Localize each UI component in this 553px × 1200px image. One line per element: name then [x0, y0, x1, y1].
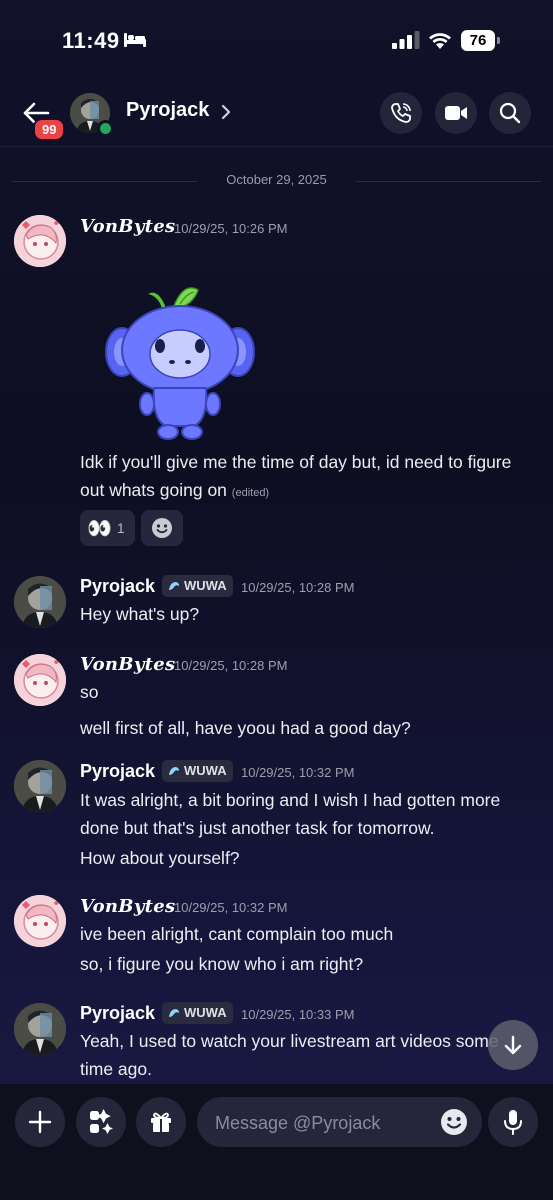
- message-text: so well first of all, have yoou had a go…: [80, 678, 533, 742]
- edited-label: (edited): [231, 487, 270, 499]
- message-line: How about yourself?: [80, 848, 240, 868]
- message-line: It was alright, a bit boring and I wish …: [80, 790, 501, 838]
- wumpus-sticker: [105, 287, 255, 440]
- avatar[interactable]: [14, 215, 66, 267]
- message-author[interactable]: Pyrojack: [80, 1003, 155, 1024]
- server-tag-label: WUWA: [184, 763, 227, 778]
- message-timestamp: 10/29/25, 10:32 PM: [174, 900, 288, 915]
- microphone-icon: [504, 1110, 522, 1135]
- message-line: well first of all, have yoou had a good …: [80, 718, 411, 738]
- plus-icon: [28, 1110, 52, 1134]
- signal-icon: [392, 31, 420, 49]
- message-timestamp: 10/29/25, 10:32 PM: [241, 765, 355, 780]
- message-line: ive been alright, cant complain too much: [80, 924, 394, 944]
- message-timestamp: 10/29/25, 10:26 PM: [174, 221, 288, 236]
- server-tag-label: WUWA: [184, 578, 227, 593]
- apps-icon: [90, 1109, 113, 1134]
- add-reaction-button[interactable]: [141, 510, 183, 546]
- message-text: Yeah, I used to watch your livestream ar…: [80, 1027, 533, 1083]
- avatar[interactable]: [14, 760, 66, 812]
- bed-icon: [124, 33, 146, 47]
- video-call-button[interactable]: [435, 92, 477, 134]
- attach-button[interactable]: [15, 1097, 65, 1147]
- avatar[interactable]: [14, 895, 66, 947]
- message-line: so, i figure you know who i am right?: [80, 954, 364, 974]
- battery-level: 76: [461, 30, 495, 51]
- message-author[interactable]: VonBytes: [80, 654, 175, 675]
- message-text: It was alright, a bit boring and I wish …: [80, 786, 533, 872]
- server-tag[interactable]: WUWA: [162, 1002, 233, 1024]
- video-icon: [445, 106, 467, 120]
- wuwa-icon: [169, 1009, 179, 1017]
- arrow-down-icon: [504, 1035, 522, 1055]
- unread-badge: 99: [33, 118, 66, 141]
- wuwa-icon: [169, 582, 179, 590]
- message-line: so: [80, 682, 99, 702]
- message-timestamp: 10/29/25, 10:28 PM: [241, 580, 355, 595]
- phone-icon: [391, 103, 411, 123]
- message-author[interactable]: Pyrojack: [80, 761, 155, 782]
- reaction-eyes[interactable]: 👀 1: [80, 510, 135, 546]
- server-tag[interactable]: WUWA: [162, 575, 233, 597]
- date-divider: October 29, 2025: [12, 172, 541, 187]
- chat-header: 99 Pyrojack: [0, 80, 553, 147]
- server-tag-label: WUWA: [184, 1005, 227, 1020]
- message-text: ive been alright, cant complain too much…: [80, 920, 533, 978]
- status-bar: 11:49 76: [0, 0, 553, 80]
- avatar[interactable]: [14, 576, 66, 628]
- chevron-right-icon[interactable]: [220, 103, 232, 121]
- search-icon: [499, 102, 521, 124]
- add-reaction-icon: [152, 518, 172, 538]
- message-line: Idk if you'll give me the time of day bu…: [80, 452, 512, 500]
- jump-to-present-button[interactable]: [488, 1020, 538, 1070]
- reaction-count: 1: [116, 520, 125, 536]
- message-timestamp: 10/29/25, 10:33 PM: [241, 1007, 355, 1022]
- message-author[interactable]: VonBytes: [80, 896, 175, 917]
- message-text: Idk if you'll give me the time of day bu…: [80, 448, 533, 507]
- chat-username[interactable]: Pyrojack: [126, 99, 209, 122]
- apps-button[interactable]: [76, 1097, 126, 1147]
- wifi-icon: [429, 33, 451, 49]
- message-author[interactable]: VonBytes: [80, 216, 175, 237]
- battery-icon: 76: [461, 30, 501, 51]
- message-line: Yeah, I used to watch your livestream ar…: [80, 1031, 499, 1079]
- gift-icon: [151, 1112, 171, 1132]
- server-tag[interactable]: WUWA: [162, 760, 233, 782]
- avatar[interactable]: [14, 1003, 66, 1055]
- message-timestamp: 10/29/25, 10:28 PM: [174, 658, 288, 673]
- reaction-emoji: 👀: [87, 517, 112, 540]
- voice-message-button[interactable]: [488, 1097, 538, 1147]
- message-author[interactable]: Pyrojack: [80, 576, 155, 597]
- message-line: Hey what's up?: [80, 604, 200, 624]
- status-time: 11:49: [62, 28, 120, 53]
- message-input-container: [197, 1097, 482, 1149]
- avatar[interactable]: [14, 654, 66, 706]
- wuwa-icon: [169, 767, 179, 775]
- online-status-indicator: [97, 120, 114, 137]
- search-button[interactable]: [489, 92, 531, 134]
- emoji-icon[interactable]: [440, 1108, 468, 1136]
- message-text: Hey what's up?: [80, 600, 533, 628]
- message-input[interactable]: [213, 1097, 437, 1149]
- date-divider-label: October 29, 2025: [226, 172, 327, 187]
- voice-call-button[interactable]: [380, 92, 422, 134]
- gift-button[interactable]: [136, 1097, 186, 1147]
